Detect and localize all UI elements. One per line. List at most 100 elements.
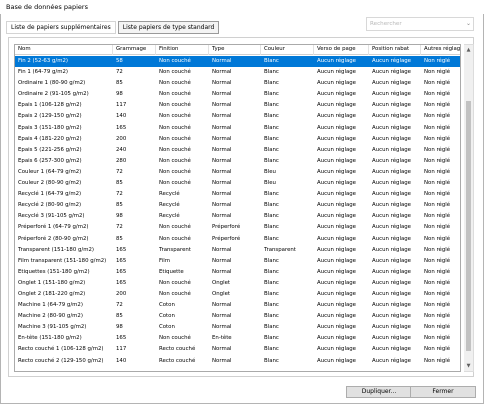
column-header[interactable]: Couleur [261,45,314,55]
table-cell: Aucun réglage [372,213,411,220]
table-cell: Non réglé [424,346,451,353]
scroll-up-icon[interactable]: ▲ [464,45,473,55]
table-cell: Blanc [264,324,279,331]
table-cell: Non réglé [424,335,451,342]
table-row[interactable]: Onglet 2 (181-220 g/m2) 200 Non couché Ongl… [15,289,460,300]
table-row[interactable]: Epais 6 (257-300 g/m2) 280 Non couché Norma… [15,156,460,167]
table-row[interactable]: Fin 1 (64-79 g/m2) 72 Non couché Normal Blan… [15,67,460,78]
table-cell: Aucun réglage [317,102,356,109]
table-cell: Non couché [159,235,191,242]
table-cell: Machine 1 (64-79 g/m2) [18,302,83,309]
table-row[interactable]: Ordinaire 1 (80-90 g/m2) 85 Non couché Norm… [15,78,460,89]
table-cell: Non réglé [424,246,451,253]
table-cell: 85 [116,313,123,320]
table-cell: 200 [116,135,127,142]
table-cell: Aucun réglage [317,113,356,120]
table-row[interactable]: Machine 2 (80-90 g/m2) 85 Coton Normal Blanc… [15,311,460,322]
table-row[interactable]: Couleur 2 (80-90 g/m2) 85 Non couché Normal… [15,178,460,189]
table-cell: Aucun réglage [317,290,356,297]
column-header[interactable]: Grammage [113,45,156,55]
table-row[interactable]: Epais 2 (129-150 g/m2) 140 Non couché Norma… [15,111,460,122]
table-cell: Aucun réglage [317,224,356,231]
table-cell: 72 [116,224,123,231]
column-header[interactable]: Type [209,45,261,55]
table-cell: 200 [116,290,127,297]
table-cell: 117 [116,102,127,109]
scrollbar-thumb[interactable] [466,101,471,351]
table-cell: Non réglé [424,80,451,87]
table-row[interactable]: Epais 4 (181-220 g/m2) 200 Non couché Norma… [15,134,460,145]
table-cell: Non couché [159,69,191,76]
table-cell: Non réglé [424,324,451,331]
table-row[interactable]: Etiquettes (151-180 g/m2) 165 Etiquette Nor… [15,267,460,278]
column-header[interactable]: Finition [156,45,209,55]
table-cell: 85 [116,235,123,242]
search-dropdown[interactable]: Rechercher ⌄ [366,17,474,31]
table-cell: En-tête [212,335,232,342]
column-header[interactable]: Position rabat [369,45,421,55]
table-row[interactable]: Recto couché 1 (106-128 g/m2) 117 Recto co… [15,344,460,355]
table-cell: 165 [116,246,127,253]
table-cell: Préperforé [212,224,241,231]
table-cell: Blanc [264,268,279,275]
tab-standard-papers[interactable]: Liste papiers de type standard [117,21,220,34]
tab-additional-papers[interactable]: Liste de papiers supplémentaires [6,21,116,34]
table-cell: Aucun réglage [317,324,356,331]
table-row[interactable]: Recyclé 3 (91-105 g/m2) 98 Recyclé Normal Bl… [15,211,460,222]
table-row[interactable]: Recto couché 2 (129-150 g/m2) 140 Recto co… [15,356,460,367]
table-cell: Blanc [264,302,279,309]
table-cell: Aucun réglage [372,146,411,153]
table-cell: Aucun réglage [372,124,411,131]
chevron-down-icon[interactable]: ⌄ [466,18,471,30]
table-cell: Aucun réglage [317,146,356,153]
table-cell: Aucun réglage [372,313,411,320]
table-cell: Aucun réglage [317,168,356,175]
table-cell: Recto couché 2 (129-150 g/m2) [18,357,104,364]
table-cell: Recyclé [159,202,180,209]
table-row[interactable]: En-tête (151-180 g/m2) 165 Non couché En-tê… [15,333,460,344]
table-cell: Recyclé 2 (80-90 g/m2) [18,202,82,209]
table-cell: Couleur 2 (80-90 g/m2) [18,180,82,187]
scroll-down-icon[interactable]: ▼ [464,361,473,371]
table-cell: Recyclé [159,191,180,198]
table-cell: Non réglé [424,58,451,64]
table-row[interactable]: Transparent (151-180 g/m2) 165 Transparent… [15,245,460,256]
column-header[interactable]: Verso de page [314,45,369,55]
table-row[interactable]: Onglet 1 (151-180 g/m2) 165 Non couché Ongl… [15,278,460,289]
table-row[interactable]: Machine 1 (64-79 g/m2) 72 Coton Normal Blanc… [15,300,460,311]
table-row[interactable]: Recyclé 1 (64-79 g/m2) 72 Recyclé Normal Bla… [15,189,460,200]
table-cell: 98 [116,91,123,98]
table-cell: Non couché [159,58,191,64]
table-row[interactable]: Fin 2 (52-63 g/m2) 58 Non couché Normal Blan… [15,56,460,68]
table-cell: Transparent [159,246,191,253]
table-cell: 165 [116,268,127,275]
duplicate-button[interactable]: Dupliquer... [346,386,412,398]
table-row[interactable]: Epais 3 (151-180 g/m2) 165 Non couché Norma… [15,123,460,134]
close-button[interactable]: Fermer [410,386,476,398]
table-row[interactable]: Préperforé 1 (64-79 g/m2) 72 Non couché Pré… [15,222,460,233]
table-cell: Non réglé [424,279,451,286]
table-row[interactable]: Film transparent (151-180 g/m2) 165 Film No… [15,256,460,267]
table-cell: Aucun réglage [317,69,356,76]
column-header[interactable]: Nom [15,45,113,55]
table-row[interactable]: Machine 3 (91-105 g/m2) 98 Coton Normal Blan… [15,322,460,333]
table-row[interactable]: Recyclé 2 (80-90 g/m2) 85 Recyclé Normal Bla… [15,200,460,211]
table-body: Fin 2 (52-63 g/m2) 58 Non couché Normal Blan… [15,56,460,367]
table-cell: Non couché [159,91,191,98]
table-cell: Normal [212,357,232,364]
table-cell: Etiquettes (151-180 g/m2) [18,268,90,275]
table-row[interactable]: Couleur 1 (64-79 g/m2) 72 Non couché Normal… [15,167,460,178]
table-cell: 72 [116,168,123,175]
table-row[interactable]: Epais 1 (106-128 g/m2) 117 Non couché Norma… [15,100,460,111]
table-cell: Non couché [159,146,191,153]
table-cell: Coton [159,302,175,309]
vertical-scrollbar[interactable]: ▲ ▼ [464,44,474,372]
table-row[interactable]: Epais 5 (221-256 g/m2) 240 Non couché Norma… [15,145,460,156]
table-cell: 72 [116,191,123,198]
table-cell: Aucun réglage [317,268,356,275]
table-cell: Aucun réglage [317,58,356,64]
column-header[interactable]: Autres réglages [421,45,460,55]
table-row[interactable]: Ordinaire 2 (91-105 g/m2) 98 Non couché Nor… [15,89,460,100]
table-row[interactable]: Préperforé 2 (80-90 g/m2) 85 Non couché Pré… [15,234,460,245]
table-cell: 240 [116,146,127,153]
